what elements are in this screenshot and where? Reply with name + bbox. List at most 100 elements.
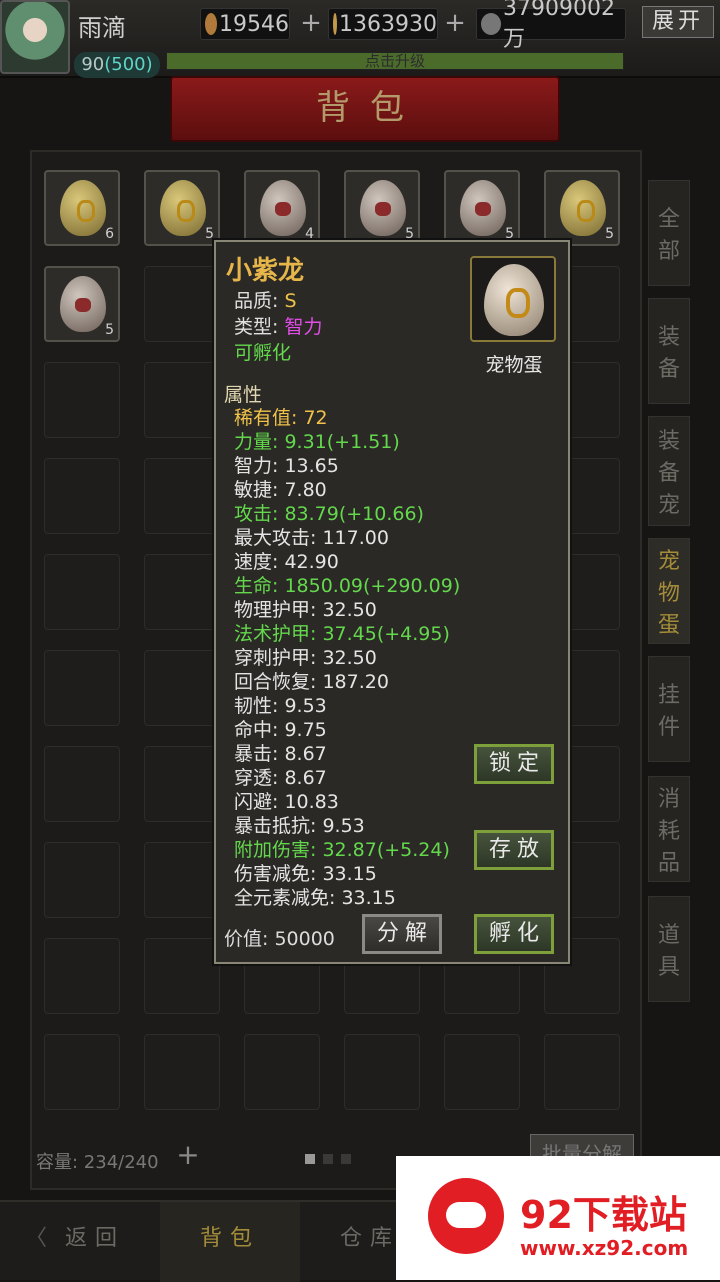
inventory-slot[interactable]: [144, 1034, 220, 1110]
add-resource-2-button[interactable]: +: [442, 8, 468, 40]
inventory-slot[interactable]: [444, 1034, 520, 1110]
tab-equipment-label: 装备: [657, 325, 680, 382]
ingot-icon: [333, 13, 338, 35]
watermark-url: www.xz92.com: [520, 1236, 689, 1260]
egg-icon: [60, 276, 106, 332]
hatch-button[interactable]: 孵化: [474, 914, 554, 954]
tab-pet-egg[interactable]: 宠物蛋: [648, 538, 690, 644]
inventory-slot[interactable]: [44, 746, 120, 822]
lock-button[interactable]: 锁定: [474, 744, 554, 784]
inventory-slot[interactable]: [244, 1034, 320, 1110]
nav-back[interactable]: 〈返回: [0, 1202, 150, 1282]
stat-row: 敏捷: 7.80: [234, 479, 327, 501]
inventory-slot[interactable]: 5: [444, 170, 520, 246]
item-name: 小紫龙: [226, 256, 305, 286]
inventory-slot[interactable]: 5: [544, 170, 620, 246]
inventory-slot[interactable]: 4: [244, 170, 320, 246]
tab-equipment-pet[interactable]: 装备宠: [648, 416, 690, 526]
level-up-bar[interactable]: 点击升级: [166, 52, 624, 70]
tab-consumables[interactable]: 消耗品: [648, 776, 690, 882]
inventory-slot[interactable]: [44, 938, 120, 1014]
tab-all[interactable]: 全部: [648, 180, 690, 286]
level-badge: 90(500): [74, 52, 160, 78]
stat-row: 全元素减免: 33.15: [234, 887, 396, 909]
tab-pendant-label: 挂件: [657, 683, 680, 740]
stat-row: 穿透: 8.67: [234, 767, 327, 789]
nav-back-label: 返回: [65, 1226, 126, 1251]
store-button[interactable]: 存放: [474, 830, 554, 870]
tab-props[interactable]: 道具: [648, 896, 690, 1002]
inventory-slot[interactable]: [144, 554, 220, 630]
inventory-slot[interactable]: [144, 938, 220, 1014]
page-dot[interactable]: [305, 1154, 315, 1164]
quality-value: S: [284, 290, 297, 312]
inventory-slot[interactable]: 6: [44, 170, 120, 246]
inventory-slot[interactable]: 5: [344, 170, 420, 246]
inventory-slot[interactable]: [144, 458, 220, 534]
tab-props-label: 道具: [657, 923, 680, 980]
inventory-slot[interactable]: [344, 1034, 420, 1110]
tab-equipment[interactable]: 装备: [648, 298, 690, 404]
stat-row: 速度: 42.90: [234, 551, 339, 573]
inventory-slot[interactable]: [44, 458, 120, 534]
resource-3-value: 37909002万: [503, 0, 616, 52]
site-logo-icon: [428, 1178, 504, 1254]
top-bar: 雨滴 19546 + 1363930 + 37909002万 展开 90(500…: [0, 0, 720, 78]
item-value: 价值: 50000: [224, 928, 335, 950]
item-count: 6: [105, 226, 114, 242]
egg-icon: [260, 180, 306, 236]
stat-row: 暴击抵抗: 9.53: [234, 815, 365, 837]
egg-icon: [460, 180, 506, 236]
page-dot[interactable]: [323, 1154, 333, 1164]
stat-row: 生命: 1850.09(+290.09): [234, 575, 461, 597]
stat-row: 智力: 13.65: [234, 455, 339, 477]
expand-capacity-button[interactable]: +: [170, 1138, 206, 1174]
inventory-slot[interactable]: [44, 650, 120, 726]
stat-row: 附加伤害: 32.87(+5.24): [234, 839, 450, 861]
expand-button[interactable]: 展开: [642, 6, 714, 38]
attributes-heading: 属性: [224, 384, 263, 406]
resource-3: 37909002万: [476, 0, 626, 52]
inventory-slot[interactable]: [144, 746, 220, 822]
inventory-slot[interactable]: [144, 842, 220, 918]
inventory-slot[interactable]: [144, 650, 220, 726]
tab-pendant[interactable]: 挂件: [648, 656, 690, 762]
stat-row: 最大攻击: 117.00: [234, 527, 389, 549]
level-value: 90: [81, 54, 105, 75]
inventory-slot[interactable]: [44, 554, 120, 630]
watermark-title: 92下载站: [520, 1193, 687, 1237]
back-arrow-icon: 〈: [24, 1226, 55, 1251]
item-count: 5: [105, 322, 114, 338]
type-value: 智力: [284, 316, 323, 338]
stat-row: 闪避: 10.83: [234, 791, 339, 813]
inventory-slot[interactable]: [144, 362, 220, 438]
stat-row: 韧性: 9.53: [234, 695, 327, 717]
inventory-slot[interactable]: [44, 1034, 120, 1110]
decompose-button[interactable]: 分解: [362, 914, 442, 954]
stat-row: 伤害减免: 33.15: [234, 863, 377, 885]
gold-coin-icon: [205, 13, 217, 35]
stat-row: 穿刺护甲: 32.50: [234, 647, 377, 669]
inventory-slot[interactable]: [44, 842, 120, 918]
add-resource-1-button[interactable]: +: [298, 8, 324, 40]
stat-row: 法术护甲: 37.45(+4.95): [234, 623, 450, 645]
inventory-slot[interactable]: 5: [144, 170, 220, 246]
inventory-slot[interactable]: 5: [44, 266, 120, 342]
inventory-slot[interactable]: [144, 266, 220, 342]
stat-row: 回合恢复: 187.20: [234, 671, 389, 693]
inventory-slot[interactable]: [44, 362, 120, 438]
quality-label: 品质:: [234, 290, 279, 312]
page-dot[interactable]: [341, 1154, 351, 1164]
inventory-slot[interactable]: [544, 1034, 620, 1110]
capacity-text: 容量: 234/240: [36, 1152, 159, 1173]
player-avatar[interactable]: [0, 0, 70, 74]
item-count: 5: [605, 226, 614, 242]
tab-consumables-label: 消耗品: [657, 787, 680, 876]
nav-bag[interactable]: 背包: [160, 1202, 300, 1282]
item-detail-popup: 小紫龙 品质: S 类型: 智力 可孵化 宠物蛋 属性 稀有值: 72 力量: 9…: [214, 240, 570, 964]
egg-icon: [360, 180, 406, 236]
player-name: 雨滴: [78, 14, 126, 42]
item-count: 5: [205, 226, 214, 242]
type-label: 类型:: [234, 316, 279, 338]
pet-egg-icon: [484, 264, 544, 336]
